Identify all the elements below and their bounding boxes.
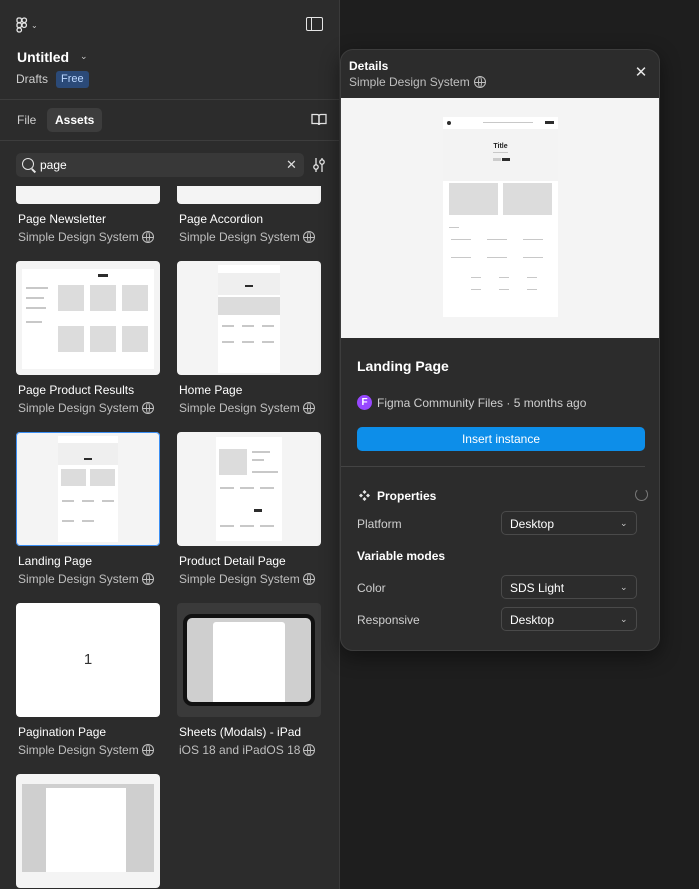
asset-library: Simple Design System	[16, 401, 160, 415]
sidebar-toggle-icon[interactable]	[306, 17, 323, 31]
asset-card[interactable]: Page Product Results Simple Design Syste…	[16, 261, 160, 415]
asset-thumbnail-selected[interactable]	[16, 432, 160, 546]
logo-chevron-icon: ⌄	[31, 20, 38, 30]
properties-title: Properties	[377, 489, 437, 503]
globe-icon	[302, 231, 315, 243]
file-title[interactable]: Untitled	[17, 49, 69, 65]
asset-card[interactable]	[16, 774, 160, 888]
search-icon	[22, 158, 34, 170]
details-header: Details	[349, 59, 389, 73]
search-input[interactable]	[40, 156, 270, 174]
color-label: Color	[357, 581, 386, 595]
asset-library: Simple Design System	[16, 743, 160, 757]
title-chevron-icon[interactable]: ⌄	[80, 51, 88, 62]
asset-title: Product Detail Page	[179, 554, 286, 568]
asset-library: iOS 18 and iPadOS 18	[177, 743, 321, 757]
variable-modes-title: Variable modes	[357, 549, 446, 563]
responsive-label: Responsive	[357, 613, 420, 627]
asset-thumbnail[interactable]	[16, 774, 160, 888]
globe-icon	[302, 402, 315, 414]
file-location: Drafts	[16, 72, 49, 86]
thumbnail-mockup	[22, 269, 154, 369]
platform-value: Desktop	[510, 517, 555, 531]
component-preview: Title	[341, 98, 659, 338]
asset-library: Simple Design System	[177, 572, 321, 586]
asset-title: Page Newsletter	[18, 212, 107, 226]
thumbnail-mockup	[216, 437, 282, 541]
asset-library: Simple Design System	[16, 572, 160, 586]
preview-title: Title	[493, 143, 508, 150]
asset-library: Simple Design System	[177, 401, 321, 415]
details-divider	[341, 466, 645, 467]
tab-assets[interactable]: Assets	[47, 108, 103, 132]
close-icon[interactable]: ✕	[633, 65, 649, 81]
globe-icon	[473, 76, 486, 88]
ipad-frame	[183, 614, 315, 706]
search-box[interactable]: ✕	[16, 153, 304, 177]
color-mode-select[interactable]: SDS Light ⌄	[501, 575, 637, 599]
asset-title: Landing Page	[18, 554, 93, 568]
left-panel: ⌄ Untitled ⌄ Drafts Free File Assets ✕ P…	[0, 0, 340, 889]
pagination-number: 1	[83, 651, 93, 668]
asset-title: Sheets (Modals) - iPad	[179, 725, 302, 739]
globe-icon	[141, 744, 154, 756]
asset-thumbnail[interactable]	[16, 186, 160, 204]
thumbnail-mockup	[218, 265, 280, 373]
source-text[interactable]: Figma Community Files · 5 months ago	[377, 396, 586, 410]
asset-title: Pagination Page	[18, 725, 107, 739]
panel-topbar: ⌄	[0, 0, 339, 48]
asset-card[interactable]: Product Detail Page Simple Design System	[177, 432, 321, 586]
component-name: Landing Page	[357, 358, 449, 374]
plan-badge: Free	[56, 71, 89, 88]
thumbnail-mockup	[58, 436, 118, 542]
clear-icon[interactable]: ✕	[286, 157, 297, 173]
asset-thumbnail[interactable]	[16, 261, 160, 375]
library-book-icon[interactable]	[311, 113, 327, 126]
asset-thumbnail[interactable]	[177, 432, 321, 546]
details-popover: Details Simple Design System ✕ Title Lan…	[340, 49, 660, 651]
asset-card[interactable]: Page Newsletter Simple Design System	[16, 186, 160, 244]
source-row[interactable]: F Figma Community Files · 5 months ago	[357, 395, 586, 410]
responsive-select[interactable]: Desktop ⌄	[501, 607, 637, 631]
asset-card[interactable]: 1 Pagination Page Simple Design System	[16, 603, 160, 757]
asset-thumbnail[interactable]	[177, 603, 321, 717]
asset-thumbnail[interactable]	[177, 261, 321, 375]
asset-title: Page Accordion	[179, 212, 264, 226]
platform-label: Platform	[357, 517, 402, 531]
preview-mockup: Title	[443, 117, 558, 317]
asset-title: Page Product Results	[18, 383, 135, 397]
platform-select[interactable]: Desktop ⌄	[501, 511, 637, 535]
asset-title: Home Page	[179, 383, 243, 397]
chevron-down-icon: ⌄	[620, 518, 628, 528]
color-mode-value: SDS Light	[510, 581, 565, 595]
globe-icon	[141, 402, 154, 414]
community-avatar: F	[357, 395, 372, 410]
asset-library: Simple Design System	[16, 230, 160, 244]
asset-thumbnail[interactable]	[177, 186, 321, 204]
tab-file[interactable]: File	[9, 108, 44, 132]
chevron-down-icon: ⌄	[620, 582, 628, 592]
globe-icon	[141, 573, 154, 585]
asset-card[interactable]: Landing Page Simple Design System	[16, 432, 160, 586]
asset-card[interactable]: Sheets (Modals) - iPad iOS 18 and iPadOS…	[177, 603, 321, 757]
asset-card[interactable]: Home Page Simple Design System	[177, 261, 321, 415]
insert-instance-button[interactable]: Insert instance	[357, 427, 645, 451]
responsive-value: Desktop	[510, 613, 555, 627]
tabs-divider	[0, 140, 339, 141]
filter-icon[interactable]	[312, 157, 326, 173]
properties-icon	[359, 490, 370, 501]
asset-library: Simple Design System	[177, 230, 321, 244]
globe-icon	[302, 573, 315, 585]
asset-thumbnail[interactable]: 1	[16, 603, 160, 717]
assets-grid: Page Newsletter Simple Design System Pag…	[0, 186, 339, 889]
reset-icon[interactable]	[635, 488, 648, 501]
header-divider	[0, 99, 339, 100]
globe-icon	[303, 744, 316, 756]
chevron-down-icon: ⌄	[620, 614, 628, 624]
details-library: Simple Design System	[349, 75, 486, 89]
figma-logo-icon[interactable]: ⌄	[16, 16, 46, 34]
globe-icon	[141, 231, 154, 243]
asset-card[interactable]: Page Accordion Simple Design System	[177, 186, 321, 244]
